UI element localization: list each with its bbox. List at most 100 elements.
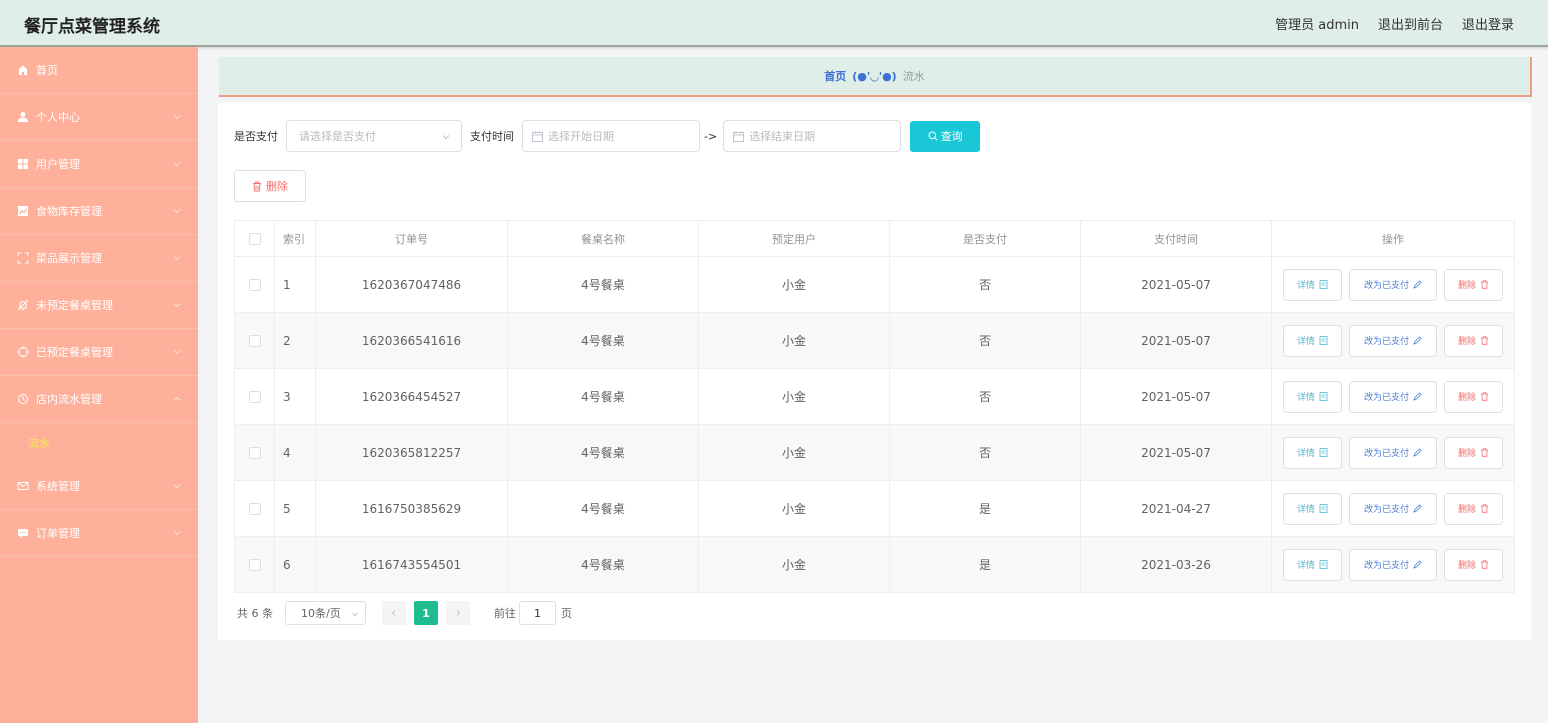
page-size-value: 10条/页 xyxy=(301,607,341,620)
chevron-down-icon xyxy=(173,303,181,308)
table-row[interactable]: 5 1616750385629 4号餐桌 小金是 2021-04-27 详情 改为已支付 删除 xyxy=(234,480,1515,537)
mark-paid-button[interactable]: 改为已支付 xyxy=(1349,268,1437,301)
mail-icon xyxy=(16,479,30,493)
sidebar-item-cashflow[interactable]: 店内流水管理 xyxy=(0,376,198,423)
mark-paid-button[interactable]: 改为已支付 xyxy=(1349,436,1437,469)
cell-user: 小金 xyxy=(698,424,890,481)
delete-button[interactable]: 删除 xyxy=(1444,324,1503,357)
mark-paid-button[interactable]: 改为已支付 xyxy=(1349,380,1437,413)
sidebar-item-unreserved-tables[interactable]: 未预定餐桌管理 xyxy=(0,282,198,329)
row-checkbox[interactable] xyxy=(248,279,261,291)
delete-button[interactable]: 删除 xyxy=(1444,548,1503,581)
goto-label: 前往 xyxy=(494,607,516,620)
sidebar-item-orders[interactable]: 订单管理 xyxy=(0,510,198,557)
batch-delete-button[interactable]: 删除 xyxy=(234,170,306,202)
mark-paid-label: 改为已支付 xyxy=(1363,561,1409,571)
sidebar-item-food-stock[interactable]: 食物库存管理 xyxy=(0,188,198,235)
chevron-down-icon xyxy=(173,115,181,120)
prev-page-button[interactable] xyxy=(382,601,406,625)
sidebar-item-reserved-tables[interactable]: 已预定餐桌管理 xyxy=(0,329,198,376)
detail-label: 详情 xyxy=(1296,449,1315,459)
mark-paid-button[interactable]: 改为已支付 xyxy=(1349,548,1437,581)
sidebar-item-label: 未预定餐桌管理 xyxy=(36,299,113,312)
sidebar-item-users[interactable]: 用户管理 xyxy=(0,141,198,188)
table-row[interactable]: 1 1620367047486 4号餐桌 小金否 2021-05-07 详情 改为已支付 删除 xyxy=(234,256,1515,313)
cell-pay-time: 2021-05-07 xyxy=(1080,368,1272,425)
document-icon xyxy=(1319,560,1328,569)
delete-button[interactable]: 删除 xyxy=(1444,380,1503,413)
detail-button[interactable]: 详情 xyxy=(1283,436,1342,469)
header-pay-time[interactable]: 支付时间 xyxy=(1080,220,1272,257)
page-number-current[interactable]: 1 xyxy=(414,601,438,625)
logout-link[interactable]: 退出登录 xyxy=(1462,14,1514,33)
mark-paid-button[interactable]: 改为已支付 xyxy=(1349,492,1437,525)
goto-page-input[interactable]: 1 xyxy=(519,601,556,625)
table-row[interactable]: 6 1616743554501 4号餐桌 小金是 2021-03-26 详情 改为已支付 删除 xyxy=(234,536,1515,593)
cell-index: 3 xyxy=(274,368,316,425)
cell-order-no: 1620365812257 xyxy=(315,424,508,481)
content-panel: 是否支付 请选择是否支付 支付时间 选择开始日期 -> 选择结束日期 查询 删除 xyxy=(218,103,1531,640)
header-user[interactable]: 预定用户 xyxy=(698,220,890,257)
cell-table-name: 4号餐桌 xyxy=(507,256,699,313)
cell-user: 小金 xyxy=(698,312,890,369)
next-page-button[interactable] xyxy=(446,601,470,625)
cell-pay-time: 2021-03-26 xyxy=(1080,536,1272,593)
start-date-input[interactable]: 选择开始日期 xyxy=(522,120,700,152)
chevron-down-icon xyxy=(442,135,450,140)
delete-label: 删除 xyxy=(1457,337,1476,347)
sidebar-item-system[interactable]: 系统管理 xyxy=(0,463,198,510)
search-icon xyxy=(928,131,938,141)
header-paid[interactable]: 是否支付 xyxy=(889,220,1081,257)
delete-button[interactable]: 删除 xyxy=(1444,268,1503,301)
row-select-cell xyxy=(234,424,275,481)
batch-delete-label: 删除 xyxy=(266,180,288,193)
page-size-select[interactable]: 10条/页 xyxy=(285,601,366,625)
mark-paid-label: 改为已支付 xyxy=(1363,505,1409,515)
delete-label: 删除 xyxy=(1457,281,1476,291)
end-date-input[interactable]: 选择结束日期 xyxy=(723,120,902,152)
mark-paid-label: 改为已支付 xyxy=(1363,393,1409,403)
detail-label: 详情 xyxy=(1296,337,1315,347)
document-icon xyxy=(1319,280,1328,289)
delete-button[interactable]: 删除 xyxy=(1444,436,1503,469)
edit-icon xyxy=(1413,392,1422,401)
sidebar-item-dishes[interactable]: 菜品展示管理 xyxy=(0,235,198,282)
sidebar-item-label: 订单管理 xyxy=(36,527,80,540)
cell-ops: 详情 改为已支付 删除 xyxy=(1271,424,1515,481)
detail-button[interactable]: 详情 xyxy=(1283,380,1342,413)
row-checkbox[interactable] xyxy=(248,447,261,459)
delete-label: 删除 xyxy=(1457,505,1476,515)
breadcrumb-home-link[interactable]: 首页 xyxy=(824,68,846,84)
breadcrumb-current: 流水 xyxy=(902,70,925,83)
top-header: 餐厅点菜管理系统 管理员 admin 退出到前台 退出登录 xyxy=(0,0,1548,47)
cell-paid: 是 xyxy=(889,480,1081,537)
home-icon xyxy=(16,63,30,77)
sidebar-item-profile[interactable]: 个人中心 xyxy=(0,94,198,141)
row-checkbox[interactable] xyxy=(248,559,261,571)
back-to-front-link[interactable]: 退出到前台 xyxy=(1378,14,1443,33)
detail-button[interactable]: 详情 xyxy=(1283,492,1342,525)
paid-select[interactable]: 请选择是否支付 xyxy=(286,120,462,152)
delete-button[interactable]: 删除 xyxy=(1444,492,1503,525)
table-row[interactable]: 2 1620366541616 4号餐桌 小金否 2021-05-07 详情 改为已支付 删除 xyxy=(234,312,1515,369)
mark-paid-button[interactable]: 改为已支付 xyxy=(1349,324,1437,357)
admin-label: 管理员 admin xyxy=(1275,18,1359,33)
detail-button[interactable]: 详情 xyxy=(1283,324,1342,357)
sidebar-subitem-cashflow[interactable]: 流水 xyxy=(0,423,198,463)
header-order-no[interactable]: 订单号 xyxy=(315,220,508,257)
start-date-placeholder: 选择开始日期 xyxy=(548,130,614,143)
detail-button[interactable]: 详情 xyxy=(1283,268,1342,301)
trash-icon xyxy=(1481,448,1488,457)
sidebar-item-home[interactable]: 首页 xyxy=(0,47,198,94)
detail-button[interactable]: 详情 xyxy=(1283,548,1342,581)
table-row[interactable]: 3 1620366454527 4号餐桌 小金否 2021-05-07 详情 改为已支付 删除 xyxy=(234,368,1515,425)
header-table-name[interactable]: 餐桌名称 xyxy=(507,220,699,257)
document-icon xyxy=(1319,448,1328,457)
select-all-checkbox[interactable] xyxy=(248,233,261,245)
query-button[interactable]: 查询 xyxy=(910,120,981,152)
cell-table-name: 4号餐桌 xyxy=(507,368,699,425)
row-checkbox[interactable] xyxy=(248,503,261,515)
row-checkbox[interactable] xyxy=(248,391,261,403)
row-checkbox[interactable] xyxy=(248,335,261,347)
table-row[interactable]: 4 1620365812257 4号餐桌 小金否 2021-05-07 详情 改为已支付 删除 xyxy=(234,424,1515,481)
